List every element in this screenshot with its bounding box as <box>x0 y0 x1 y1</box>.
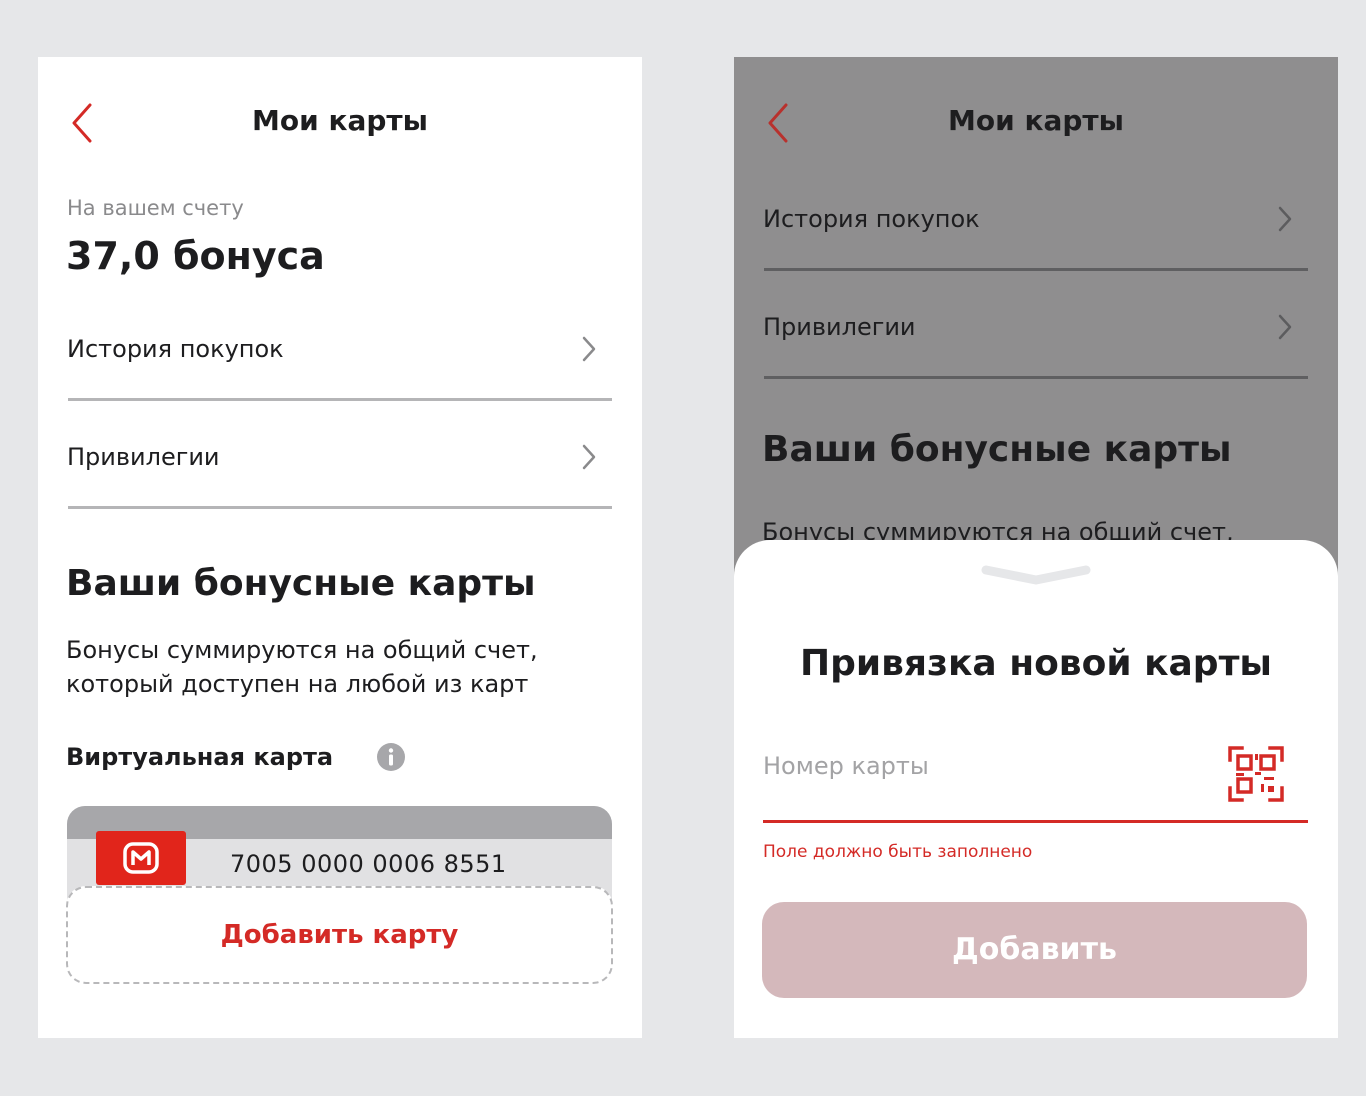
add-card-button[interactable]: Добавить карту <box>66 886 613 984</box>
chevron-right-icon <box>582 444 596 470</box>
menu-item-label: Привилегии <box>67 443 220 471</box>
my-cards-screen-dimmed: Мои карты История покупок Привилегии Ваш… <box>734 57 1338 1038</box>
add-button-label: Добавить <box>952 932 1117 967</box>
description-line: который доступен на любой из карт <box>66 670 529 698</box>
card-number: 7005 0000 0006 8551 <box>230 850 507 878</box>
chevron-right-icon <box>1278 314 1292 340</box>
card-number-input[interactable] <box>763 730 1193 802</box>
menu-item-purchase-history[interactable]: История покупок <box>763 189 1307 249</box>
add-button[interactable]: Добавить <box>762 902 1307 998</box>
menu-item-label: Привилегии <box>763 313 916 341</box>
menu-item-privileges[interactable]: Привилегии <box>763 297 1307 357</box>
chevron-down-handle-icon[interactable] <box>980 564 1092 586</box>
my-cards-screen: Мои карты На вашем счету 37,0 бонуса Ист… <box>38 57 642 1038</box>
qr-scan-icon[interactable] <box>1228 746 1284 802</box>
menu-item-purchase-history[interactable]: История покупок <box>67 319 611 379</box>
menu-item-label: История покупок <box>763 205 980 233</box>
add-card-bottom-sheet: Привязка новой карты Поле долж <box>734 540 1338 1038</box>
chevron-right-icon <box>1278 206 1292 232</box>
divider <box>764 268 1308 271</box>
validation-error: Поле должно быть заполнено <box>763 842 1033 862</box>
virtual-card-label: Виртуальная карта <box>66 743 334 771</box>
chevron-right-icon <box>582 336 596 362</box>
balance-label: На вашем счету <box>67 196 244 220</box>
bonus-cards-description: Бонусы суммируются на общий счет, которы… <box>66 633 626 701</box>
menu-item-privileges[interactable]: Привилегии <box>67 427 611 487</box>
menu-item-label: История покупок <box>67 335 284 363</box>
bonus-cards-title: Ваши бонусные карты <box>762 429 1232 470</box>
page-title: Мои карты <box>948 104 1124 137</box>
magnit-logo-icon <box>96 831 186 885</box>
description-line: Бонусы суммируются на общий счет, <box>66 636 538 664</box>
sheet-title: Привязка новой карты <box>800 643 1272 684</box>
divider <box>68 398 612 401</box>
divider <box>68 506 612 509</box>
balance-value: 37,0 бонуса <box>66 234 325 278</box>
divider <box>764 376 1308 379</box>
add-card-label: Добавить карту <box>220 920 459 950</box>
input-underline <box>763 820 1308 823</box>
bonus-cards-title: Ваши бонусные карты <box>66 563 536 604</box>
info-icon[interactable] <box>376 742 406 772</box>
page-title: Мои карты <box>252 104 428 137</box>
